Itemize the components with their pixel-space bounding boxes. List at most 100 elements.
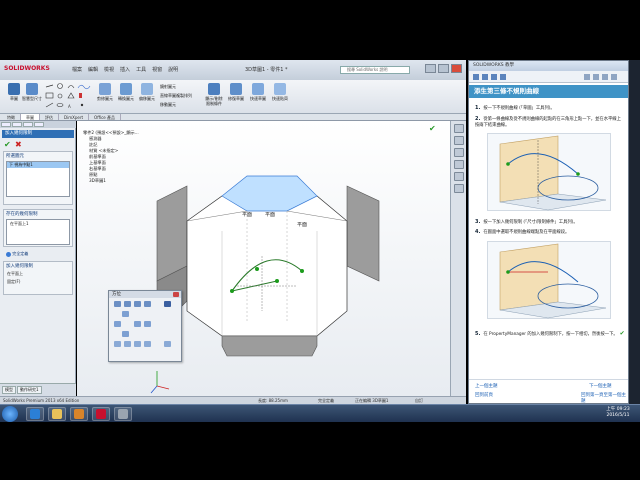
plane-label: 平面 (265, 212, 275, 218)
explorer-taskbar-button[interactable] (48, 407, 66, 421)
first-topic-link[interactable]: 回到第一頁至第一個主題 (581, 392, 628, 404)
tab-features[interactable]: 特徵 (2, 114, 21, 120)
property-manager-tab[interactable] (12, 122, 22, 127)
view-icon[interactable] (114, 341, 121, 347)
ok-check-icon[interactable]: ✔ (4, 140, 11, 149)
repair-icon (230, 83, 242, 95)
edition-label: SolidWorks Premium 2013 x64 Edition (3, 398, 80, 403)
menu-view[interactable]: 檢視 (104, 66, 114, 73)
sketch-tool-button[interactable]: 草圖 (4, 83, 24, 101)
selected-entities-list[interactable]: 下 視為中點1 (6, 161, 70, 197)
view-icon[interactable] (122, 331, 129, 337)
menu-help[interactable]: 說明 (168, 66, 178, 73)
help-search-input[interactable]: 搜尋 SolidWorks 說明 (340, 66, 410, 74)
design-library-tab[interactable] (453, 136, 464, 145)
document-title: 3D草圖1 - 零件1 * (245, 67, 288, 73)
view-icon[interactable] (124, 341, 131, 347)
tab-evaluate[interactable]: 評估 (40, 114, 59, 120)
repair-sketch-button[interactable]: 修復草圖 (226, 83, 246, 101)
view-icon[interactable] (144, 301, 151, 307)
convert-entities-button[interactable]: 轉換圖元 (116, 83, 136, 101)
start-button[interactable] (2, 406, 18, 422)
close-icon[interactable] (173, 292, 179, 297)
existing-relations-list[interactable]: 在平面上1 (6, 219, 70, 245)
solidworks-titlebar: SOLIDWORKS 檔案 編輯 檢視 插入 工具 視窗 說明 3D草圖1 - … (0, 60, 466, 80)
menu-insert[interactable]: 插入 (120, 66, 130, 73)
menu-window[interactable]: 視窗 (152, 66, 162, 73)
existing-relations-group: 存在的幾何限制 在平面上1 (3, 209, 73, 247)
smart-dimension-button[interactable]: 智慧型尺寸 (22, 83, 42, 101)
config-manager-tab[interactable] (23, 122, 33, 127)
tree-item[interactable]: 3D草圖1 (83, 178, 139, 184)
next-topic-link[interactable]: 下一個主題 (589, 383, 612, 389)
system-clock[interactable]: 上午 09:23 2016/5/11 (598, 407, 638, 419)
ie-taskbar-button[interactable] (26, 407, 44, 421)
mirror-entities-link[interactable]: 鏡射圖元 (160, 84, 176, 90)
file-explorer-tab[interactable] (453, 148, 464, 157)
view-icon[interactable] (164, 301, 171, 307)
solidworks-taskbar-button[interactable] (92, 407, 110, 421)
tutorial-figure (487, 241, 611, 319)
list-item[interactable]: 在平面上1 (7, 220, 69, 228)
cancel-x-icon[interactable]: ✖ (15, 140, 22, 149)
maximize-button[interactable] (438, 64, 449, 73)
sketch-entities-icons[interactable]: A (44, 83, 92, 111)
quick-snaps-button[interactable]: 快速貼齊 (270, 83, 290, 101)
view-icon[interactable] (122, 311, 129, 317)
task-pane-tabs (450, 121, 466, 396)
confirm-check-icon[interactable]: ✔ (429, 124, 436, 133)
view-icon[interactable] (124, 301, 131, 307)
view-icon[interactable] (114, 301, 121, 307)
view-icon[interactable] (144, 341, 151, 347)
view-icon[interactable] (164, 341, 171, 347)
trim-entities-button[interactable]: 剪修圖元 (95, 83, 115, 101)
tab-office[interactable]: Office 產品 (89, 114, 121, 120)
move-entities-link[interactable]: 移動圖元 (160, 102, 176, 108)
tutorial-toolbar-icons[interactable] (469, 71, 628, 83)
palette-title: 方位 (109, 291, 181, 298)
resources-tab[interactable] (453, 124, 464, 133)
relation-option[interactable]: 在平面上 (4, 270, 72, 278)
svg-text:A: A (68, 104, 71, 109)
taskbar: 上午 09:23 2016/5/11 (0, 404, 640, 422)
dimxpert-tab[interactable] (34, 122, 44, 127)
tutorial-figure (487, 133, 611, 211)
view-icon[interactable] (134, 321, 141, 327)
display-relations-button[interactable]: 顯示/刪除限制條件 (204, 83, 224, 106)
custom-props-tab[interactable] (453, 184, 464, 193)
manager-tabs (0, 121, 76, 128)
relation-option[interactable]: 固定(F) (4, 278, 72, 286)
desktop-edge-strip (629, 60, 640, 404)
menu-tools[interactable]: 工具 (136, 66, 146, 73)
view-icon[interactable] (134, 341, 141, 347)
rapid-sketch-button[interactable]: 快速草圖 (248, 83, 268, 101)
editing-status: 正在編輯 3D草圖1 (355, 398, 389, 403)
view-icon[interactable] (114, 321, 121, 327)
offset-entities-button[interactable]: 偏移圖元 (137, 83, 157, 101)
appearances-tab[interactable] (453, 172, 464, 181)
minimize-button[interactable] (425, 64, 436, 73)
feature-manager-tab[interactable] (1, 122, 11, 127)
3d-model-view[interactable]: 平面 平面 平面 (147, 171, 387, 396)
units-selector[interactable]: 自訂 (415, 397, 423, 404)
view-icon[interactable] (134, 301, 141, 307)
prev-topic-link[interactable]: 上一個主題 (475, 383, 498, 389)
media-taskbar-button[interactable] (70, 407, 88, 421)
tab-sketch[interactable]: 草圖 (21, 114, 40, 120)
view-palette-tab[interactable] (453, 160, 464, 169)
tool-icon (118, 409, 128, 419)
back-link[interactable]: 回到前頁 (475, 392, 493, 398)
tool-taskbar-button[interactable] (114, 407, 132, 421)
menu-file[interactable]: 檔案 (72, 66, 82, 73)
status-bar: SolidWorks Premium 2013 x64 Edition 長度: … (0, 396, 466, 404)
tab-dimxpert[interactable]: DimXpert (59, 114, 90, 120)
view-icon[interactable] (144, 321, 151, 327)
linear-pattern-link[interactable]: 直線草圖複製排列 (160, 93, 192, 99)
list-item[interactable]: 下 視為中點1 (7, 162, 69, 168)
close-button[interactable] (451, 64, 462, 73)
tab-model[interactable]: 模型 (2, 386, 16, 394)
tab-motion-study[interactable]: 動作研究1 (17, 386, 42, 394)
tutorial-window: SOLIDWORKS 教學 添生第三條不規則曲線 1. 按一下不規則曲線 (「草圖… (468, 60, 629, 404)
menu-edit[interactable]: 編輯 (88, 66, 98, 73)
fully-defined-info: 完全定義 (6, 251, 28, 257)
